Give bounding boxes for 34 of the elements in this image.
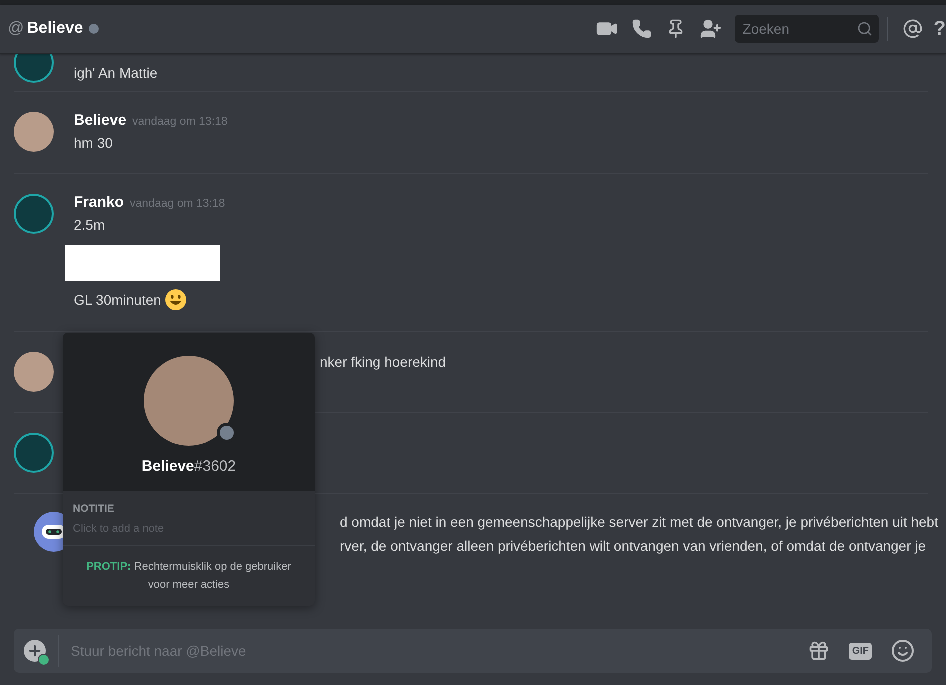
avatar-photo-placeholder[interactable] — [14, 352, 54, 392]
username: Believe#3602 — [142, 458, 236, 474]
logo-avatar[interactable] — [14, 433, 54, 473]
timestamp: vandaag om 13:18 — [130, 198, 226, 210]
add-user-icon[interactable] — [700, 18, 722, 40]
note-label: NOTITIE — [73, 503, 116, 515]
search-field[interactable]: Zoeken — [734, 15, 879, 43]
message-text: igh' An Mattie — [74, 64, 158, 83]
message-text: d omdat je niet in een gemeenschappelijke server zit met de ontvanger, je privéberichten uit hebt — [340, 513, 938, 532]
smiley-icon[interactable] — [891, 639, 915, 663]
author-name[interactable]: Believe — [74, 112, 127, 129]
channel-title: Believe — [27, 20, 84, 38]
phone-icon[interactable] — [632, 19, 652, 39]
search-input[interactable]: Zoeken — [740, 20, 857, 38]
status-dot — [89, 24, 100, 34]
help-icon[interactable]: ? — [934, 18, 946, 40]
message-text: GL 30minuten — [74, 291, 162, 310]
message-text: rver, de ontvanger alleen privéberichten wilt ontvangen van vrienden, of omdat de ontvanger je — [340, 537, 926, 556]
avatar-photo-placeholder[interactable] — [14, 112, 54, 152]
smiley-emoji-icon — [165, 289, 188, 311]
mention-icon[interactable] — [902, 19, 923, 39]
status-dot — [220, 426, 234, 440]
search-icon — [856, 21, 873, 37]
message-text: 2.5m — [74, 216, 106, 235]
timestamp: vandaag om 13:18 — [132, 116, 228, 128]
gift-icon[interactable] — [808, 640, 830, 662]
protip-text: PROTIP: Rechtermuisklik op de gebruiker voor meer acties — [86, 560, 292, 593]
author-name[interactable]: Franko — [74, 194, 124, 211]
logo-avatar[interactable] — [14, 54, 54, 83]
at-sign: @ — [8, 20, 24, 38]
message-text: nker fking hoerekind — [320, 353, 446, 372]
message-text: hm 30 — [74, 134, 113, 153]
gif-button[interactable]: GIF — [849, 642, 872, 660]
logo-avatar[interactable] — [14, 194, 54, 234]
